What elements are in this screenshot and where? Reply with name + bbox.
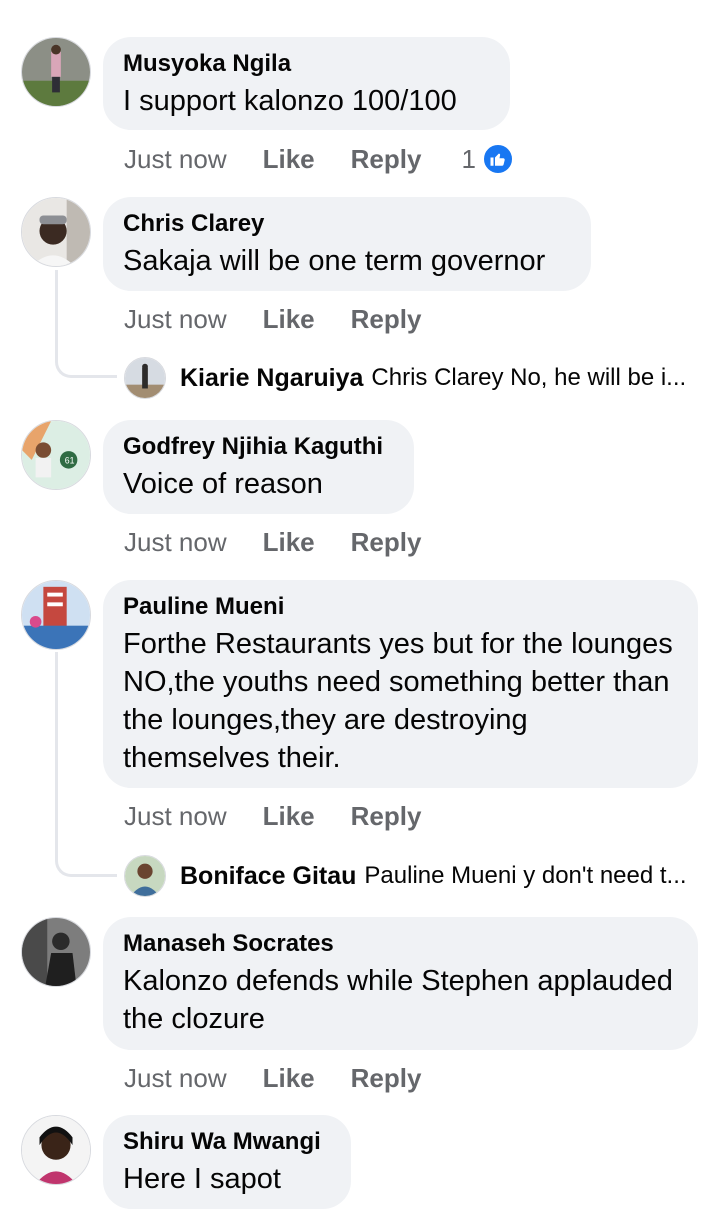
comment-author[interactable]: Manaseh Socrates [123,929,678,959]
comment-timestamp[interactable]: Just now [124,1063,227,1094]
comment-bubble[interactable]: Godfrey Njihia Kaguthi Voice of reason [103,420,414,514]
comment-actions: Just now Like Reply [124,525,421,559]
reply-preview[interactable]: Kiarie Ngaruiya Chris Clarey No, he will… [124,356,704,400]
avatar[interactable] [21,1115,91,1185]
comment-timestamp[interactable]: Just now [124,304,227,335]
avatar[interactable] [21,197,91,267]
comment-bubble[interactable]: Chris Clarey Sakaja will be one term gov… [103,197,591,291]
reply-text: Chris Clarey No, he will be i... [371,364,687,391]
comment-text: Kalonzo defends while Stephen applauded … [123,965,673,1035]
reply-button[interactable]: Reply [351,304,422,335]
comment-bubble[interactable]: Musyoka Ngila I support kalonzo 100/100 [103,37,510,130]
comment-text: Voice of reason [123,468,323,500]
comment-bubble[interactable]: Manaseh Socrates Kalonzo defends while S… [103,917,698,1050]
avatar[interactable] [21,580,91,650]
comment-author[interactable]: Musyoka Ngila [123,49,490,79]
comment-actions: Just now Like Reply [124,1061,421,1095]
reply-button[interactable]: Reply [351,801,422,832]
comment-text: I support kalonzo 100/100 [123,85,457,117]
comment-timestamp[interactable]: Just now [124,527,227,558]
reaction-summary[interactable]: 1 [461,143,514,175]
comment-author[interactable]: Chris Clarey [123,209,571,239]
avatar[interactable] [21,37,91,107]
reply-text: Pauline Mueni y don't need t... [364,862,687,889]
comment-text: Here I sapot [123,1163,281,1195]
comment-bubble[interactable]: Pauline Mueni Forthe Restaurants yes but… [103,580,698,788]
comment-timestamp[interactable]: Just now [124,144,227,175]
reply-author[interactable]: Kiarie Ngaruiya [180,364,363,393]
comment-bubble[interactable]: Shiru Wa Mwangi Here I sapot [103,1115,351,1209]
reaction-count: 1 [461,143,476,174]
thread-connector [55,270,117,378]
svg-text:61: 61 [65,456,75,466]
reply-button[interactable]: Reply [351,144,422,175]
comment-author[interactable]: Shiru Wa Mwangi [123,1127,331,1157]
like-button[interactable]: Like [263,1063,315,1094]
like-button[interactable]: Like [263,144,315,175]
comment-actions: Just now Like Reply [124,302,421,336]
reply-button[interactable]: Reply [351,1063,422,1094]
like-icon [481,143,514,175]
like-button[interactable]: Like [263,527,315,558]
avatar[interactable]: 61 [21,420,91,490]
comment-actions: Just now Like Reply 1 [124,142,514,176]
comment-text: Forthe Restaurants yes but for the loung… [123,628,673,774]
avatar[interactable] [124,855,166,897]
reply-preview[interactable]: Boniface Gitau Pauline Mueni y don't nee… [124,854,704,898]
comment-timestamp[interactable]: Just now [124,801,227,832]
comment-author[interactable]: Godfrey Njihia Kaguthi [123,432,394,462]
reply-button[interactable]: Reply [351,527,422,558]
comment-author[interactable]: Pauline Mueni [123,592,678,622]
comment-actions: Just now Like Reply [124,799,421,833]
comment-text: Sakaja will be one term governor [123,245,546,277]
reply-author[interactable]: Boniface Gitau [180,862,356,891]
like-button[interactable]: Like [263,801,315,832]
avatar[interactable] [21,917,91,987]
avatar[interactable] [124,357,166,399]
like-button[interactable]: Like [263,304,315,335]
